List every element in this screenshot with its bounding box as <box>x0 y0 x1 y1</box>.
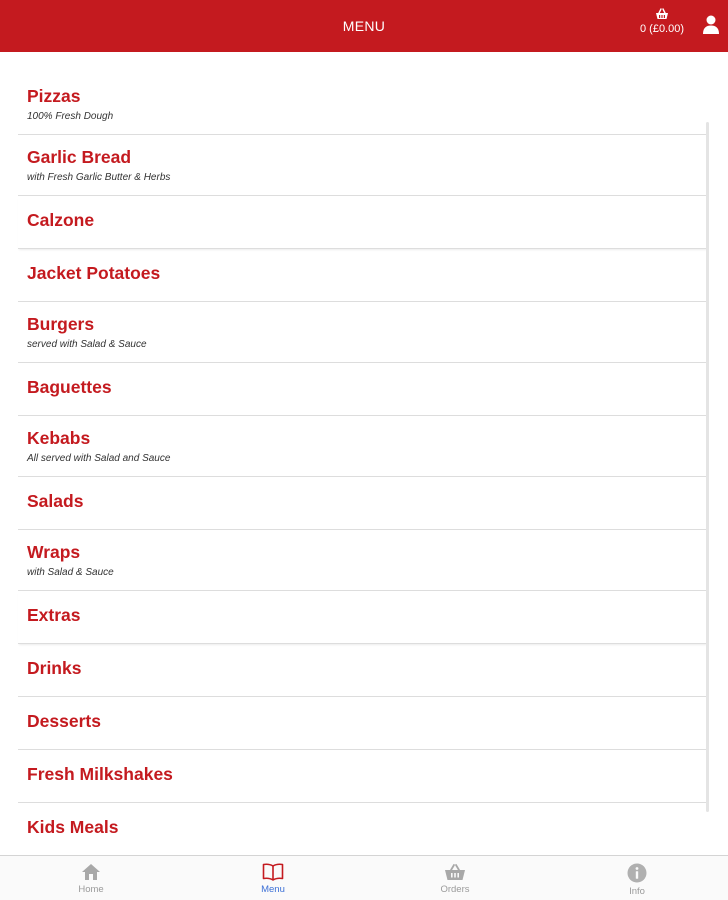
category-item[interactable]: Drinks <box>18 644 708 697</box>
nav-info-label: Info <box>629 886 645 897</box>
category-name: Pizzas <box>27 86 81 106</box>
nav-home[interactable]: Home <box>0 856 182 900</box>
nav-menu[interactable]: Menu <box>182 856 364 900</box>
category-name: Extras <box>27 605 81 625</box>
category-name: Baguettes <box>27 377 112 397</box>
category-name: Wraps <box>27 542 81 562</box>
category-name: Salads <box>27 491 84 511</box>
category-name: Fresh Milkshakes <box>27 764 173 784</box>
category-item[interactable]: Kids Meals <box>18 803 708 855</box>
home-icon <box>82 864 100 880</box>
category-item[interactable]: Baguettes <box>18 363 708 416</box>
category-item[interactable]: Wraps with Salad & Sauce <box>18 530 708 591</box>
scrollbar[interactable] <box>706 122 709 812</box>
bottom-navigation: Home Menu Orders Info <box>0 855 728 900</box>
category-description: 100% Fresh Dough <box>27 111 114 122</box>
category-item[interactable]: Calzone <box>18 196 708 249</box>
nav-info[interactable]: Info <box>546 856 728 900</box>
category-name: Kids Meals <box>27 817 119 837</box>
category-name: Garlic Bread <box>27 147 132 167</box>
category-item[interactable]: Pizzas 100% Fresh Dough <box>18 74 708 135</box>
category-item[interactable]: Extras <box>18 591 708 644</box>
basket-icon <box>445 864 465 880</box>
category-item[interactable]: Salads <box>18 477 708 530</box>
category-description: with Salad & Sauce <box>27 567 114 578</box>
user-icon <box>703 15 719 34</box>
category-name: Desserts <box>27 711 101 731</box>
category-item[interactable]: Kebabs All served with Salad and Sauce <box>18 416 708 477</box>
category-item[interactable]: Garlic Bread with Fresh Garlic Butter & … <box>18 135 708 196</box>
category-name: Jacket Potatoes <box>27 263 161 283</box>
basket-amount: 0 (£0.00) <box>639 23 685 35</box>
category-item[interactable]: Desserts <box>18 697 708 750</box>
nav-home-label: Home <box>78 884 104 895</box>
category-name: Drinks <box>27 658 82 678</box>
category-item[interactable]: Jacket Potatoes <box>18 249 708 302</box>
category-description: served with Salad & Sauce <box>27 339 147 350</box>
category-description: with Fresh Garlic Butter & Herbs <box>27 172 171 183</box>
category-list: Pizzas 100% Fresh Dough Garlic Bread wit… <box>18 74 708 855</box>
book-icon <box>262 863 284 881</box>
top-bar: MENU 0 (£0.00) <box>0 0 728 52</box>
basket-button[interactable]: 0 (£0.00) <box>632 8 692 42</box>
nav-orders[interactable]: Orders <box>364 856 546 900</box>
category-name: Burgers <box>27 314 95 334</box>
menu-content: Pizzas 100% Fresh Dough Garlic Bread wit… <box>0 52 728 855</box>
page-title: MENU <box>342 18 386 34</box>
category-name: Kebabs <box>27 428 91 448</box>
nav-menu-label: Menu <box>261 884 285 895</box>
nav-orders-label: Orders <box>440 884 470 895</box>
category-description: All served with Salad and Sauce <box>27 453 171 464</box>
category-item[interactable]: Fresh Milkshakes <box>18 750 708 803</box>
user-account-button[interactable] <box>702 15 720 35</box>
category-name: Calzone <box>27 210 95 230</box>
info-icon <box>627 863 647 883</box>
category-item[interactable]: Burgers served with Salad & Sauce <box>18 302 708 363</box>
basket-icon <box>656 8 668 19</box>
